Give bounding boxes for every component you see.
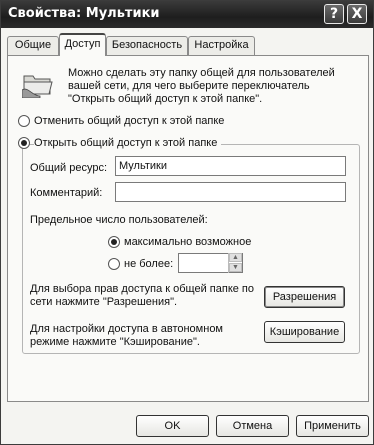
max-allowed-radio[interactable]: [108, 236, 120, 248]
max-allowed-label[interactable]: максимально возможное: [124, 236, 251, 249]
permissions-button[interactable]: Разрешения: [264, 286, 345, 308]
cancel-button[interactable]: Отмена: [216, 415, 289, 437]
tab-security[interactable]: Безопасность: [106, 36, 188, 55]
allow-users-radio[interactable]: [108, 258, 120, 270]
comment-input[interactable]: [115, 182, 346, 202]
caching-hint: Для настройки доступа в автономном режим…: [30, 323, 223, 348]
close-button[interactable]: X: [347, 4, 367, 24]
apply-button[interactable]: Применить: [296, 415, 369, 437]
title-bar[interactable]: Свойства: Мультики ? X: [1, 1, 373, 28]
caching-button[interactable]: Кэширование: [264, 321, 345, 343]
window-title: Свойства: Мультики: [8, 6, 160, 21]
user-limit-label: Предельное число пользователей:: [30, 214, 208, 226]
sharing-intro-text: Можно сделать эту папку общей для пользо…: [68, 67, 335, 105]
comment-label: Комментарий:: [30, 187, 103, 199]
tab-customize[interactable]: Настройка: [188, 36, 255, 55]
properties-dialog: Свойства: Мультики ? X Общие Доступ Безо…: [0, 0, 374, 445]
spin-down-icon[interactable]: ▼: [229, 263, 242, 272]
spin-up-icon[interactable]: ▲: [229, 253, 242, 262]
permissions-hint: Для выбора прав доступа к общей папке по…: [30, 283, 255, 308]
tab-sharing[interactable]: Доступ: [59, 33, 106, 56]
share-folder-radio[interactable]: [18, 137, 30, 149]
shared-folder-icon: [22, 75, 53, 98]
do-not-share-label[interactable]: Отменить общий доступ к этой папке: [34, 115, 224, 128]
user-count-spinner: ▲ ▼: [228, 253, 242, 273]
share-folder-label[interactable]: Открыть общий доступ к этой папке: [34, 137, 222, 150]
share-name-label: Общий ресурс:: [30, 162, 108, 174]
do-not-share-radio[interactable]: [18, 115, 30, 127]
sharing-panel: Можно сделать эту папку общей для пользо…: [7, 55, 369, 402]
tab-general[interactable]: Общие: [7, 36, 59, 55]
allow-users-label[interactable]: не более:: [124, 258, 173, 271]
help-button[interactable]: ?: [324, 4, 344, 24]
share-name-input[interactable]: Мультики: [115, 156, 346, 176]
ok-button[interactable]: OK: [136, 415, 209, 437]
